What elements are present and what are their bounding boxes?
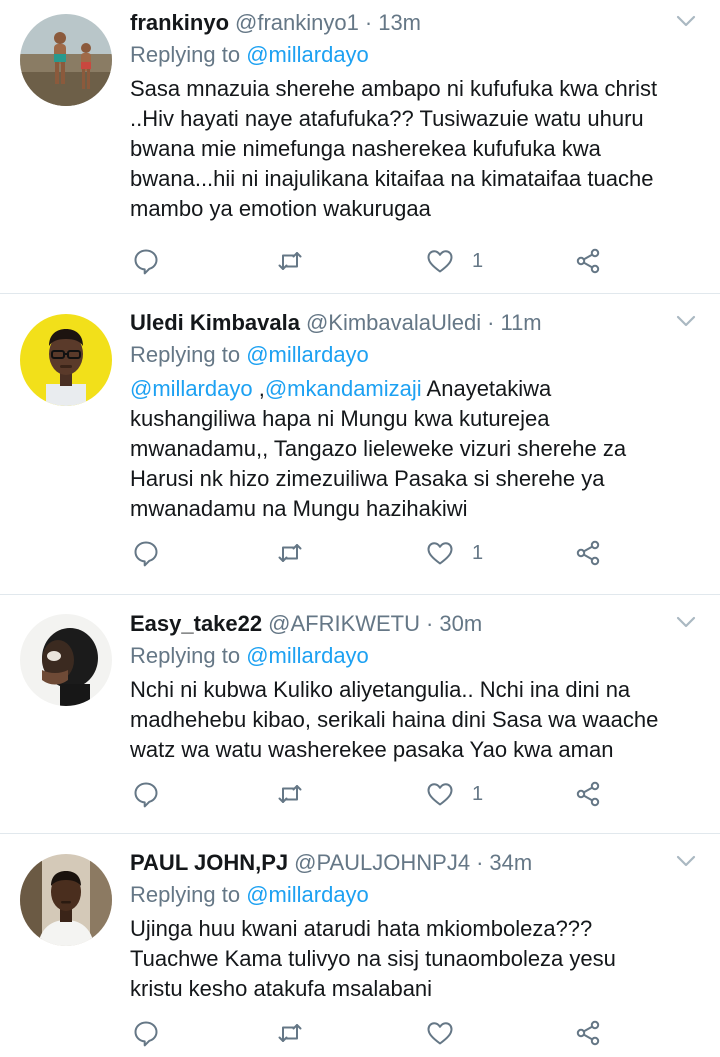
reply-icon [134, 782, 158, 808]
user-handle[interactable]: @frankinyo1 [235, 8, 359, 38]
like-icon [427, 1022, 453, 1045]
separator: · [487, 310, 495, 335]
display-name[interactable]: frankinyo [130, 8, 229, 38]
share-button[interactable] [574, 246, 602, 276]
share-icon [576, 248, 600, 274]
reply-icon [134, 541, 158, 567]
retweet-button[interactable] [276, 779, 304, 809]
share-icon [576, 540, 600, 566]
tweet[interactable]: PAUL JOHN,PJ @PAULJOHNPJ4 · 34m Replying… [0, 834, 720, 1057]
display-name[interactable]: Uledi Kimbavala [130, 308, 300, 338]
avatar[interactable] [20, 14, 112, 106]
action-bar: 1 [130, 538, 610, 568]
replying-to: Replying to @millardayo [130, 880, 700, 910]
like-button[interactable] [426, 1018, 472, 1048]
timestamp[interactable]: 30m [439, 609, 482, 639]
replying-to: Replying to @millardayo [130, 340, 700, 370]
display-name[interactable]: Easy_take22 [130, 609, 262, 639]
tweet-header: Easy_take22 @AFRIKWETU · 30m [130, 609, 700, 639]
retweet-button[interactable] [276, 246, 304, 276]
share-button[interactable] [574, 1018, 602, 1048]
like-button[interactable]: 1 [426, 246, 483, 276]
chevron-down-icon[interactable] [676, 14, 696, 28]
retweet-icon [278, 252, 302, 270]
chevron-down-icon[interactable] [676, 615, 696, 629]
tweet-header: frankinyo @frankinyo1 · 13m [130, 8, 700, 38]
tweet-header: Uledi Kimbavala @KimbavalaUledi · 11m [130, 308, 700, 338]
share-button[interactable] [574, 779, 602, 809]
tweet-body: frankinyo @frankinyo1 · 13m Replying to … [130, 8, 700, 224]
action-bar: 1 [130, 779, 610, 809]
mention-link[interactable]: @millardayo [130, 376, 253, 401]
replying-to-mention[interactable]: @millardayo [246, 342, 369, 367]
mention-separator: , [252, 376, 265, 401]
user-handle[interactable]: @KimbavalaUledi [306, 308, 481, 338]
action-bar [130, 1018, 610, 1048]
replying-to-label: Replying to [130, 643, 241, 668]
tweet-text: @millardayo ,@mkandamizaji Anayetakiwa k… [130, 374, 700, 524]
replying-to-label: Replying to [130, 342, 241, 367]
display-name[interactable]: PAUL JOHN,PJ [130, 848, 288, 878]
avatar[interactable] [20, 614, 112, 706]
like-icon [427, 542, 453, 565]
retweet-icon [278, 1024, 302, 1042]
like-button[interactable]: 1 [426, 538, 483, 568]
reply-button[interactable] [132, 246, 160, 276]
tweet-header: PAUL JOHN,PJ @PAULJOHNPJ4 · 34m [130, 848, 700, 878]
tweet-text: Ujinga huu kwani atarudi hata mkiombolez… [130, 916, 616, 1001]
separator: · [364, 10, 373, 35]
like-count: 1 [472, 249, 484, 272]
like-count: 1 [472, 782, 484, 805]
share-icon [576, 1020, 600, 1046]
tweet[interactable]: Uledi Kimbavala @KimbavalaUledi · 11m Re… [0, 294, 720, 595]
retweet-button[interactable] [276, 1018, 304, 1048]
replying-to: Replying to @millardayo [130, 40, 700, 70]
replying-to-mention[interactable]: @millardayo [246, 643, 369, 668]
chevron-down-icon[interactable] [676, 854, 696, 868]
tweet-body: Easy_take22 @AFRIKWETU · 30m Replying to… [130, 609, 700, 765]
reply-icon [134, 249, 158, 275]
like-count: 1 [472, 541, 484, 564]
mention-link[interactable]: @mkandamizaji [265, 376, 422, 401]
share-button[interactable] [574, 538, 602, 568]
tweet-body: PAUL JOHN,PJ @PAULJOHNPJ4 · 34m Replying… [130, 848, 700, 1004]
reply-feed: frankinyo @frankinyo1 · 13m Replying to … [0, 0, 720, 1057]
like-button[interactable]: 1 [426, 779, 483, 809]
avatar[interactable] [20, 854, 112, 946]
timestamp[interactable]: 11m [500, 308, 541, 338]
retweet-icon [278, 785, 302, 803]
tweet-body: Uledi Kimbavala @KimbavalaUledi · 11m Re… [130, 308, 700, 524]
timestamp[interactable]: 13m [378, 8, 421, 38]
user-handle[interactable]: @PAULJOHNPJ4 [294, 848, 470, 878]
tweet[interactable]: Easy_take22 @AFRIKWETU · 30m Replying to… [0, 595, 720, 834]
share-icon [576, 781, 600, 807]
replying-to-label: Replying to [130, 882, 241, 907]
like-icon [427, 250, 453, 273]
tweet[interactable]: frankinyo @frankinyo1 · 13m Replying to … [0, 0, 720, 294]
replying-to-mention[interactable]: @millardayo [246, 42, 369, 67]
replying-to-mention[interactable]: @millardayo [246, 882, 369, 907]
reply-icon [134, 1021, 158, 1047]
replying-to: Replying to @millardayo [130, 641, 700, 671]
timestamp[interactable]: 34m [489, 848, 532, 878]
chevron-down-icon[interactable] [676, 314, 696, 328]
avatar[interactable] [20, 314, 112, 406]
user-handle[interactable]: @AFRIKWETU [268, 609, 420, 639]
retweet-button[interactable] [276, 538, 304, 568]
retweet-icon [278, 544, 302, 562]
reply-button[interactable] [132, 1018, 160, 1048]
action-bar: 1 [130, 246, 610, 276]
tweet-text: Sasa mnazuia sherehe ambapo ni kufufuka … [130, 76, 658, 221]
separator: · [426, 611, 434, 636]
reply-button[interactable] [132, 538, 160, 568]
separator: · [476, 850, 484, 875]
reply-button[interactable] [132, 779, 160, 809]
like-icon [427, 783, 453, 806]
replying-to-label: Replying to [130, 42, 241, 67]
tweet-text: Nchi ni kubwa Kuliko aliyetangulia.. Nch… [130, 677, 659, 762]
